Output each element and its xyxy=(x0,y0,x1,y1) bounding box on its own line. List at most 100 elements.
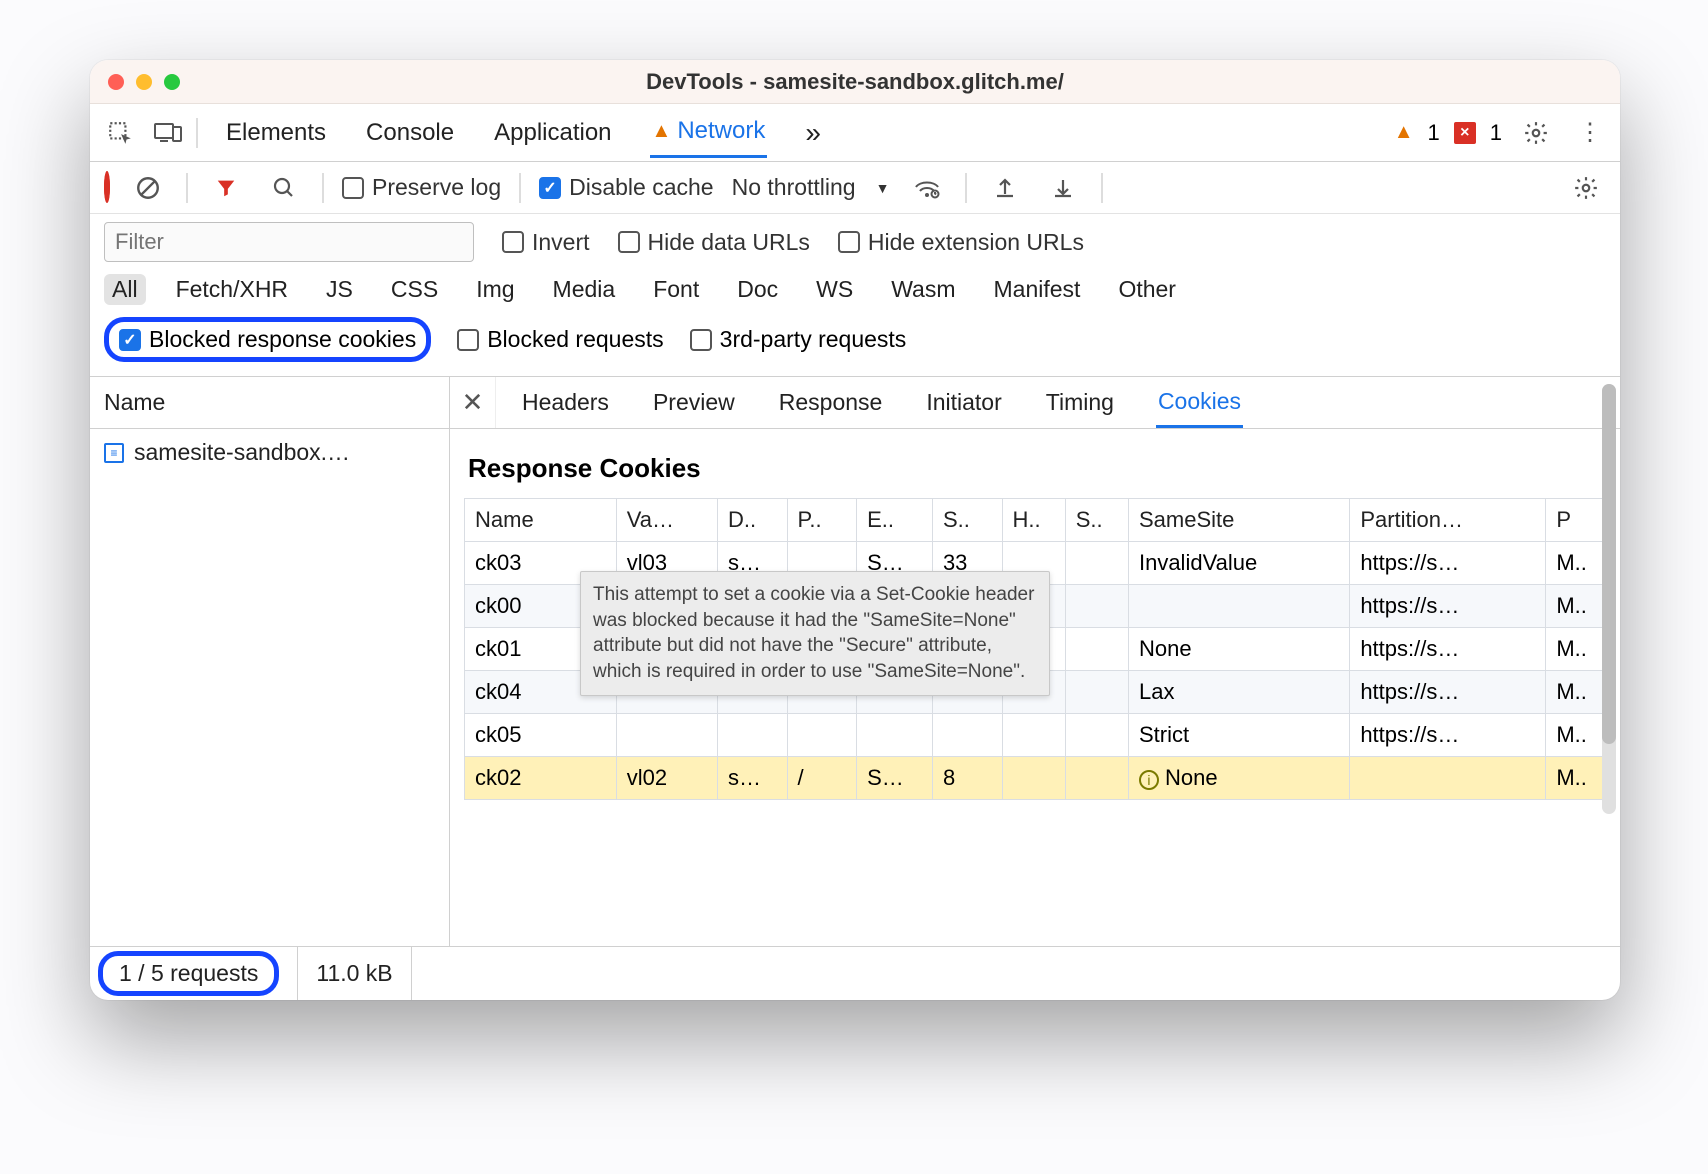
checkbox-box xyxy=(838,231,860,253)
disable-cache-checkbox[interactable]: Disable cache xyxy=(539,174,713,201)
checkbox-box xyxy=(690,329,712,351)
type-doc[interactable]: Doc xyxy=(729,274,786,305)
preserve-log-label: Preserve log xyxy=(372,174,501,201)
vertical-scrollbar[interactable] xyxy=(1602,384,1616,814)
table-cell: S… xyxy=(857,757,933,800)
type-js[interactable]: JS xyxy=(318,274,361,305)
blocked-response-cookies-checkbox[interactable]: Blocked response cookies xyxy=(119,326,416,353)
table-cell: / xyxy=(787,757,857,800)
preserve-log-checkbox[interactable]: Preserve log xyxy=(342,174,501,201)
type-wasm[interactable]: Wasm xyxy=(883,274,963,305)
import-har-icon[interactable] xyxy=(1043,168,1083,208)
type-fetch-xhr[interactable]: Fetch/XHR xyxy=(168,274,296,305)
hide-data-urls-checkbox[interactable]: Hide data URLs xyxy=(618,229,810,256)
filter-input[interactable] xyxy=(104,222,474,262)
checkbox-box xyxy=(457,329,479,351)
col-samesite[interactable]: SameSite xyxy=(1128,499,1349,542)
table-cell xyxy=(1002,757,1065,800)
divider xyxy=(965,173,967,203)
search-icon[interactable] xyxy=(264,168,304,208)
filter-funnel-icon[interactable] xyxy=(206,168,246,208)
type-other[interactable]: Other xyxy=(1110,274,1184,305)
settings-gear-icon[interactable] xyxy=(1516,113,1556,153)
resource-type-row: All Fetch/XHR JS CSS Img Media Font Doc … xyxy=(90,270,1620,313)
blocked-requests-checkbox[interactable]: Blocked requests xyxy=(457,326,663,353)
divider xyxy=(1101,173,1103,203)
window-minimize-button[interactable] xyxy=(136,74,152,90)
subtab-timing[interactable]: Timing xyxy=(1044,379,1116,426)
detail-subtabs: Headers Preview Response Initiator Timin… xyxy=(496,377,1267,428)
transfer-size: 11.0 kB xyxy=(298,947,411,1000)
col-name[interactable]: Name xyxy=(465,499,617,542)
checkbox-box xyxy=(539,177,561,199)
blocked-req-label: Blocked requests xyxy=(487,326,663,353)
hide-extension-urls-checkbox[interactable]: Hide extension URLs xyxy=(838,229,1084,256)
throttling-select[interactable]: No throttling ▼ xyxy=(732,174,890,201)
tabs-overflow-button[interactable]: » xyxy=(803,107,823,159)
table-cell: iNone xyxy=(1128,757,1349,800)
type-css[interactable]: CSS xyxy=(383,274,446,305)
table-cell xyxy=(1065,714,1128,757)
network-conditions-icon[interactable] xyxy=(907,168,947,208)
hide-ext-label: Hide extension URLs xyxy=(868,229,1084,256)
inspect-element-icon[interactable] xyxy=(100,113,140,153)
checkbox-box xyxy=(119,329,141,351)
device-toolbar-icon[interactable] xyxy=(148,113,188,153)
col-path[interactable]: P.. xyxy=(787,499,857,542)
subtab-response[interactable]: Response xyxy=(777,379,885,426)
third-party-label: 3rd-party requests xyxy=(720,326,907,353)
col-expires[interactable]: E.. xyxy=(857,499,933,542)
subtab-preview[interactable]: Preview xyxy=(651,379,737,426)
subtab-initiator[interactable]: Initiator xyxy=(924,379,1003,426)
col-secure[interactable]: S.. xyxy=(1065,499,1128,542)
checkbox-box xyxy=(502,231,524,253)
type-manifest[interactable]: Manifest xyxy=(986,274,1089,305)
col-value[interactable]: Va… xyxy=(616,499,717,542)
warning-triangle-icon[interactable]: ▲ xyxy=(1394,121,1414,144)
error-badge-icon[interactable]: × xyxy=(1454,122,1476,144)
col-domain[interactable]: D.. xyxy=(717,499,787,542)
network-settings-gear-icon[interactable] xyxy=(1566,168,1606,208)
cookies-pane: Response Cookies Name Va… D.. P.. E.. S.… xyxy=(450,429,1620,946)
col-size[interactable]: S.. xyxy=(932,499,1002,542)
record-button[interactable] xyxy=(104,174,110,201)
export-har-icon[interactable] xyxy=(985,168,1025,208)
type-img[interactable]: Img xyxy=(468,274,522,305)
window-close-button[interactable] xyxy=(108,74,124,90)
subtab-headers[interactable]: Headers xyxy=(520,379,611,426)
table-row[interactable]: ck05Stricthttps://s…M.. xyxy=(465,714,1616,757)
table-cell: s… xyxy=(717,757,787,800)
tab-network[interactable]: ▲ Network xyxy=(650,107,768,158)
col-partition[interactable]: Partition… xyxy=(1350,499,1546,542)
divider xyxy=(519,173,521,203)
tab-elements[interactable]: Elements xyxy=(224,109,328,157)
table-row[interactable]: ck02vl02s…/S…8iNoneM.. xyxy=(465,757,1616,800)
table-cell xyxy=(857,714,933,757)
invert-checkbox[interactable]: Invert xyxy=(502,229,590,256)
info-icon: i xyxy=(1139,770,1159,790)
document-icon: ≡ xyxy=(104,443,124,463)
type-ws[interactable]: WS xyxy=(808,274,861,305)
divider xyxy=(196,118,198,148)
hide-data-label: Hide data URLs xyxy=(648,229,810,256)
close-details-button[interactable]: ✕ xyxy=(450,377,496,428)
requests-name-header[interactable]: Name xyxy=(90,377,450,428)
clear-button[interactable] xyxy=(128,168,168,208)
subtab-cookies[interactable]: Cookies xyxy=(1156,378,1243,428)
type-all[interactable]: All xyxy=(104,274,146,305)
type-font[interactable]: Font xyxy=(645,274,707,305)
table-cell xyxy=(1065,542,1128,585)
third-party-requests-checkbox[interactable]: 3rd-party requests xyxy=(690,326,907,353)
table-cell xyxy=(616,714,717,757)
tab-console[interactable]: Console xyxy=(364,109,456,157)
divider xyxy=(322,173,324,203)
request-row[interactable]: ≡ samesite-sandbox.… xyxy=(90,429,449,476)
type-media[interactable]: Media xyxy=(545,274,624,305)
more-menu-icon[interactable]: ⋮ xyxy=(1570,113,1610,153)
table-cell: Lax xyxy=(1128,671,1349,714)
window-zoom-button[interactable] xyxy=(164,74,180,90)
col-httponly[interactable]: H.. xyxy=(1002,499,1065,542)
devtools-window: DevTools - samesite-sandbox.glitch.me/ E… xyxy=(90,60,1620,1000)
table-header-row[interactable]: Name Va… D.. P.. E.. S.. H.. S.. SameSit… xyxy=(465,499,1616,542)
tab-application[interactable]: Application xyxy=(492,109,613,157)
